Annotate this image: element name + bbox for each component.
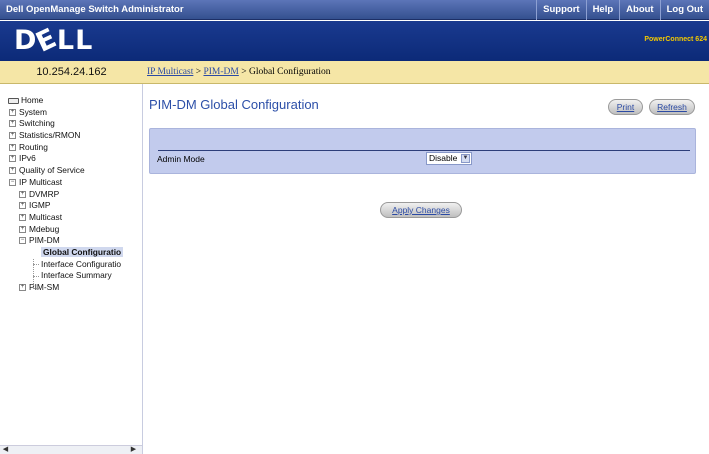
breadcrumb-ip-multicast[interactable]: IP Multicast [147,67,193,77]
plus-icon[interactable]: + [19,213,26,221]
plus-icon[interactable]: + [9,143,16,151]
minus-icon[interactable]: − [19,237,26,245]
left-nav-panel: 10.254.24.162 Home + System + Switching … [0,61,143,454]
product-name: PowerConnect 624 [644,36,707,43]
nav-label: Quality of Service [19,165,85,176]
tree-connector [33,264,39,265]
help-link[interactable]: Help [585,0,620,20]
nav-horizontal-scrollbar[interactable]: ◀ ▶ [0,445,142,454]
nav-item-multicast[interactable]: + Multicast [0,212,143,224]
nav-item-switching[interactable]: + Switching [0,118,143,130]
nav-item-mdebug[interactable]: + Mdebug [0,224,143,236]
banner: DELL PowerConnect 624 [0,21,709,61]
breadcrumb-separator: > [193,67,204,77]
nav-label: Multicast [29,211,63,222]
breadcrumb-current: Global Configuration [248,67,331,77]
nav-label: Statistics/RMON [19,130,81,141]
nav-item-pim-dm[interactable]: − PIM-DM [0,235,143,247]
scroll-left-icon[interactable]: ◀ [1,446,10,454]
nav-label: Global Configuratio [41,246,124,257]
plus-icon[interactable]: + [9,132,16,140]
nav-item-dvmrp[interactable]: + DVMRP [0,189,143,201]
nav-item-pim-sm[interactable]: + PIM-SM [0,282,143,294]
nav-label: Switching [19,118,55,129]
plus-icon[interactable]: + [19,225,26,233]
top-bar: Dell OpenManage Switch Administrator Sup… [0,0,709,20]
nav-label: Mdebug [29,223,60,234]
tree-connector [33,276,39,277]
plus-icon[interactable]: + [9,155,16,163]
device-ip: 10.254.24.162 [0,61,143,84]
support-link[interactable]: Support [536,0,585,20]
nav-item-global-configuration[interactable]: Global Configuratio [0,246,143,259]
tree-connector [33,288,39,289]
breadcrumb-separator: > [238,67,249,77]
breadcrumb: IP Multicast > PIM-DM > Global Configura… [143,61,709,84]
admin-mode-label: Admin Mode [157,154,205,164]
print-button[interactable]: Print [608,99,643,115]
nav-label: System [19,106,47,117]
nav-label: IGMP [29,200,51,211]
nav-label: PIM-DM [29,235,60,246]
admin-mode-select[interactable]: Disable ▼ [426,152,472,165]
page-title: PIM-DM Global Configuration [149,97,319,112]
divider [158,150,690,151]
nav-item-qos[interactable]: + Quality of Service [0,165,143,177]
chevron-down-icon[interactable]: ▼ [461,154,470,163]
nav-label: DVMRP [29,188,60,199]
breadcrumb-pim-dm[interactable]: PIM-DM [203,67,238,77]
nav-label: IP Multicast [19,176,63,187]
nav-item-interface-configuration[interactable]: Interface Configuratio [0,259,143,271]
top-links: Support Help About Log Out [536,0,709,20]
nav-item-system[interactable]: + System [0,107,143,119]
nav-label: IPv6 [19,153,36,164]
nav-label: Interface Summary [41,270,112,281]
logout-link[interactable]: Log Out [659,0,709,20]
config-panel: Admin Mode Disable ▼ [149,128,696,174]
minus-icon[interactable]: − [9,178,16,186]
plus-icon[interactable]: + [9,120,16,128]
scroll-right-icon[interactable]: ▶ [129,446,138,454]
nav-item-interface-summary[interactable]: Interface Summary [0,270,143,282]
nav-label: Routing [19,141,48,152]
nav-item-statistics[interactable]: + Statistics/RMON [0,130,143,142]
dell-logo: DELL [14,22,94,59]
plus-icon[interactable]: + [19,202,26,210]
plus-icon[interactable]: + [9,167,16,175]
admin-mode-value: Disable [429,153,458,163]
plus-icon[interactable]: + [9,108,16,116]
refresh-button[interactable]: Refresh [649,99,695,115]
nav-item-ip-multicast[interactable]: − IP Multicast [0,177,143,189]
plus-icon[interactable]: + [19,284,26,291]
nav-item-igmp[interactable]: + IGMP [0,200,143,212]
nav-item-home[interactable]: Home [0,95,143,107]
plus-icon[interactable]: + [19,190,26,198]
app-title: Dell OpenManage Switch Administrator [6,4,184,15]
about-link[interactable]: About [619,0,659,20]
nav-item-routing[interactable]: + Routing [0,142,143,154]
nav-item-ipv6[interactable]: + IPv6 [0,153,143,165]
nav-label: Home [21,95,44,105]
home-icon [8,98,19,104]
apply-changes-button[interactable]: Apply Changes [380,202,462,218]
nav-label: Interface Configuratio [41,258,122,269]
nav-tree: Home + System + Switching + Statistics/R… [0,95,143,294]
